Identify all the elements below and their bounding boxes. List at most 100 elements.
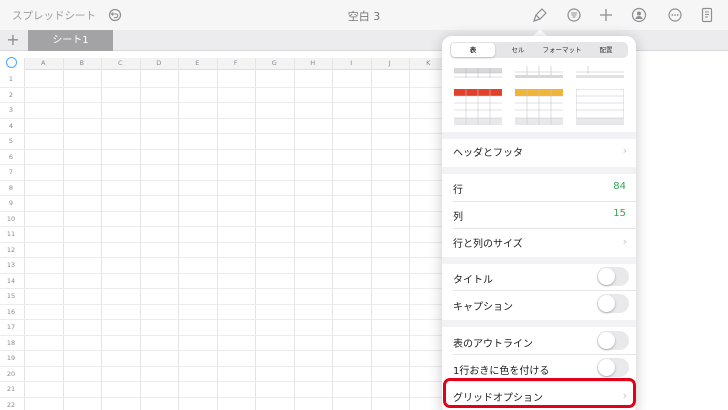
select-all-icon[interactable] bbox=[6, 57, 17, 68]
column-header[interactable]: H bbox=[294, 59, 333, 70]
brush-icon[interactable] bbox=[531, 6, 549, 24]
row-header[interactable]: 15 bbox=[0, 292, 22, 300]
rows-count-row[interactable]: 行 84 bbox=[442, 174, 636, 200]
rows-value[interactable]: 84 bbox=[613, 181, 626, 192]
grid-row-line bbox=[0, 381, 444, 382]
app-window: スプレッドシート 空白 3 + シート1 ABCDEFGHIJK1234 5 6… bbox=[0, 0, 728, 410]
row-header[interactable]: 11 bbox=[0, 230, 22, 238]
row-header[interactable]: 10 bbox=[0, 215, 22, 223]
row-header[interactable]: 2 bbox=[0, 91, 22, 99]
collaborate-icon[interactable] bbox=[630, 6, 648, 24]
grid-row-line bbox=[0, 164, 444, 165]
grid-row-line bbox=[0, 288, 444, 289]
grid-column-line bbox=[101, 58, 102, 410]
table-style-thumbnail-red[interactable] bbox=[454, 89, 502, 125]
grid-row-line bbox=[0, 102, 444, 103]
row-header[interactable]: 18 bbox=[0, 339, 22, 347]
row-header[interactable]: 13 bbox=[0, 261, 22, 269]
row-header[interactable]: 6 bbox=[0, 153, 22, 161]
table-style-thumbnail-3[interactable] bbox=[576, 66, 624, 78]
grid-row-line bbox=[0, 396, 444, 398]
tab-format[interactable]: フォーマット bbox=[540, 42, 584, 58]
columns-count-row[interactable]: 列 15 bbox=[442, 201, 636, 227]
document-icon[interactable] bbox=[698, 6, 716, 24]
column-header[interactable]: I bbox=[332, 59, 371, 70]
table-style-thumbnail-2[interactable] bbox=[515, 66, 563, 78]
row-header[interactable]: 7 bbox=[0, 168, 22, 176]
row-header[interactable]: 8 bbox=[0, 184, 22, 192]
column-header[interactable]: C bbox=[101, 59, 140, 70]
tab-cell[interactable]: セル bbox=[496, 42, 540, 58]
grid-column-line bbox=[62, 58, 64, 410]
grid-row-line bbox=[0, 365, 444, 367]
row-header[interactable]: 4 bbox=[0, 122, 22, 130]
title-toggle[interactable] bbox=[597, 267, 629, 286]
header-footer-row[interactable]: ヘッダとフッタ › bbox=[442, 137, 636, 163]
column-header[interactable]: B bbox=[63, 59, 102, 70]
outline-toggle[interactable] bbox=[597, 331, 629, 350]
alternate-rows-toggle[interactable] bbox=[597, 358, 629, 377]
chevron-right-icon: › bbox=[622, 144, 627, 157]
row-header[interactable]: 1 bbox=[0, 75, 22, 83]
section-separator bbox=[442, 257, 636, 264]
grid-column-line bbox=[139, 58, 141, 410]
grid-row-line bbox=[0, 179, 444, 181]
row-header[interactable]: 9 bbox=[0, 199, 22, 207]
column-header[interactable]: A bbox=[24, 59, 63, 70]
row-header[interactable]: 12 bbox=[0, 246, 22, 254]
row-header[interactable]: 3 bbox=[0, 106, 22, 114]
column-header[interactable]: D bbox=[140, 59, 179, 70]
format-popover: 表 セル フォーマット 配置 ヘッダとフッタ › 行 84 列 15 行と列のサ… bbox=[442, 36, 636, 410]
grid-column-line bbox=[293, 58, 295, 410]
row-header[interactable]: 14 bbox=[0, 277, 22, 285]
row-header[interactable]: 22 bbox=[0, 401, 22, 409]
grid-column-line bbox=[24, 58, 25, 410]
row-header[interactable]: 16 bbox=[0, 308, 22, 316]
sheet-tab[interactable]: シート1 bbox=[28, 30, 113, 51]
grid-row-line bbox=[0, 350, 444, 351]
tab-arrange[interactable]: 配置 bbox=[584, 42, 628, 58]
grid-column-line bbox=[332, 58, 333, 410]
grid-row-line bbox=[0, 303, 444, 305]
row-column-size-row[interactable]: 行と列のサイズ › bbox=[442, 228, 636, 254]
table-style-thumbnail-plain[interactable] bbox=[576, 89, 624, 125]
rows-label: 行 bbox=[453, 185, 463, 196]
more-icon[interactable] bbox=[666, 6, 684, 24]
columns-value[interactable]: 15 bbox=[613, 208, 626, 219]
tab-table[interactable]: 表 bbox=[451, 43, 495, 57]
grid-row-line bbox=[0, 241, 444, 243]
grid-row-line bbox=[0, 210, 444, 212]
section-separator bbox=[442, 167, 636, 174]
column-header[interactable]: E bbox=[178, 59, 217, 70]
grid-row-line bbox=[0, 272, 444, 274]
add-icon[interactable] bbox=[597, 6, 615, 24]
section-separator bbox=[442, 320, 636, 327]
format-icon[interactable] bbox=[565, 6, 583, 24]
grid-row-line bbox=[0, 195, 444, 196]
row-header[interactable]: 19 bbox=[0, 354, 22, 362]
column-header[interactable]: J bbox=[371, 59, 410, 70]
grid-row-line bbox=[0, 148, 444, 150]
grid-row-line bbox=[0, 226, 444, 227]
grid-column-line bbox=[216, 58, 218, 410]
grid-row-line bbox=[0, 117, 444, 119]
caption-toggle-row: キャプション bbox=[442, 291, 636, 317]
row-column-size-label: 行と列のサイズ bbox=[453, 239, 523, 250]
outline-toggle-row: 表のアウトライン bbox=[442, 328, 636, 354]
grid-column-line bbox=[255, 58, 256, 410]
row-header[interactable]: 20 bbox=[0, 370, 22, 378]
caption-toggle[interactable] bbox=[597, 294, 629, 313]
caption-label: キャプション bbox=[453, 302, 513, 313]
grid-row-line bbox=[0, 133, 444, 134]
add-sheet-button[interactable]: + bbox=[5, 30, 21, 50]
grid-column-line bbox=[409, 58, 410, 410]
column-header[interactable]: F bbox=[217, 59, 256, 70]
toggle-knob bbox=[598, 332, 615, 349]
column-header[interactable]: G bbox=[255, 59, 294, 70]
toggle-knob bbox=[598, 359, 615, 376]
table-style-thumbnail-yellow[interactable] bbox=[515, 89, 563, 125]
table-style-thumbnail-1[interactable] bbox=[454, 66, 502, 78]
row-header[interactable]: 5 bbox=[0, 137, 22, 145]
row-header[interactable]: 21 bbox=[0, 385, 22, 393]
row-header[interactable]: 17 bbox=[0, 323, 22, 331]
